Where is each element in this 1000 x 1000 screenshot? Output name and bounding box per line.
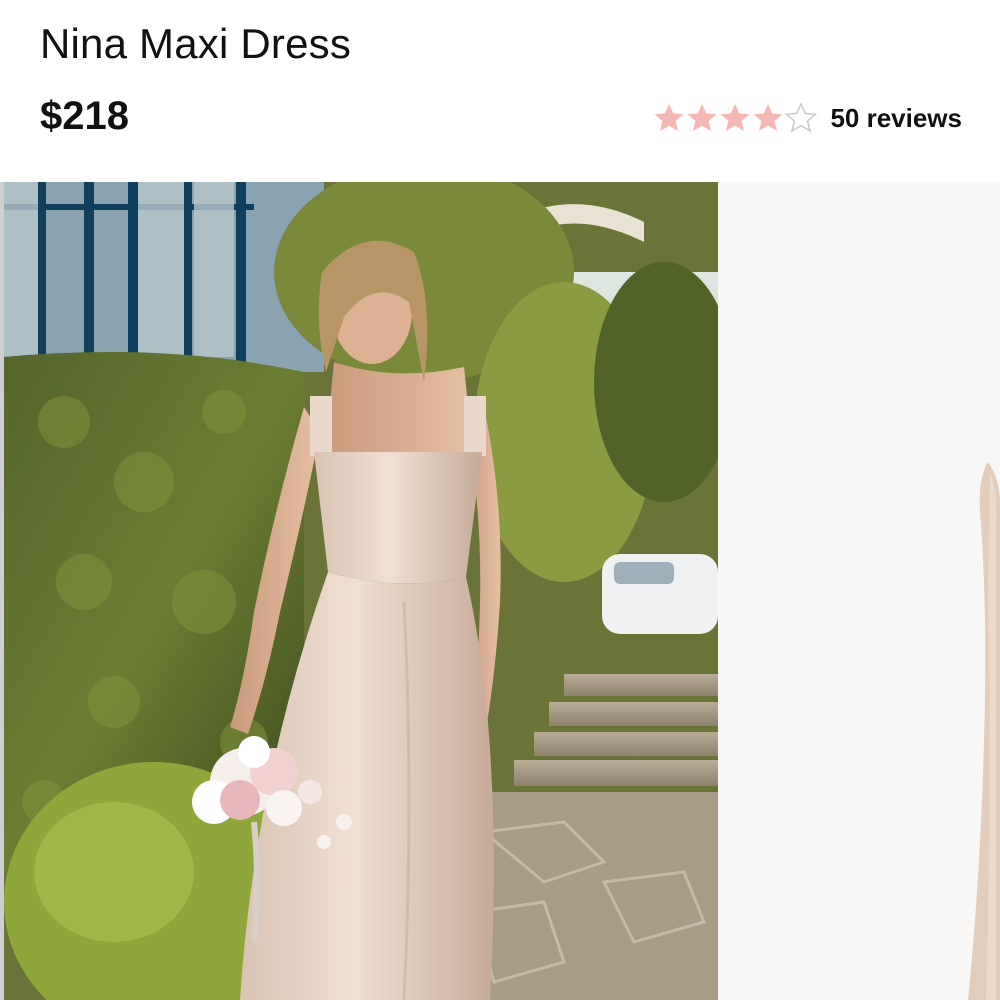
star-icon (721, 104, 750, 131)
product-rating[interactable]: 50 reviews (653, 98, 962, 138)
reviews-link[interactable]: 50 reviews (830, 103, 962, 134)
star-icon (655, 104, 684, 131)
product-photo-main[interactable] (4, 182, 718, 1000)
star-icon (688, 104, 717, 131)
product-photo-main-image (4, 182, 718, 1000)
product-header: Nina Maxi Dress $218 50 reviews (0, 0, 1000, 182)
rating-stars (653, 102, 818, 134)
product-photo-secondary-image (718, 182, 1000, 1000)
product-price: $218 (40, 94, 129, 138)
product-photo-secondary[interactable] (718, 182, 1000, 1000)
star-outline-icon (785, 102, 818, 133)
star-icon (754, 104, 783, 131)
product-title: Nina Maxi Dress (40, 20, 352, 67)
